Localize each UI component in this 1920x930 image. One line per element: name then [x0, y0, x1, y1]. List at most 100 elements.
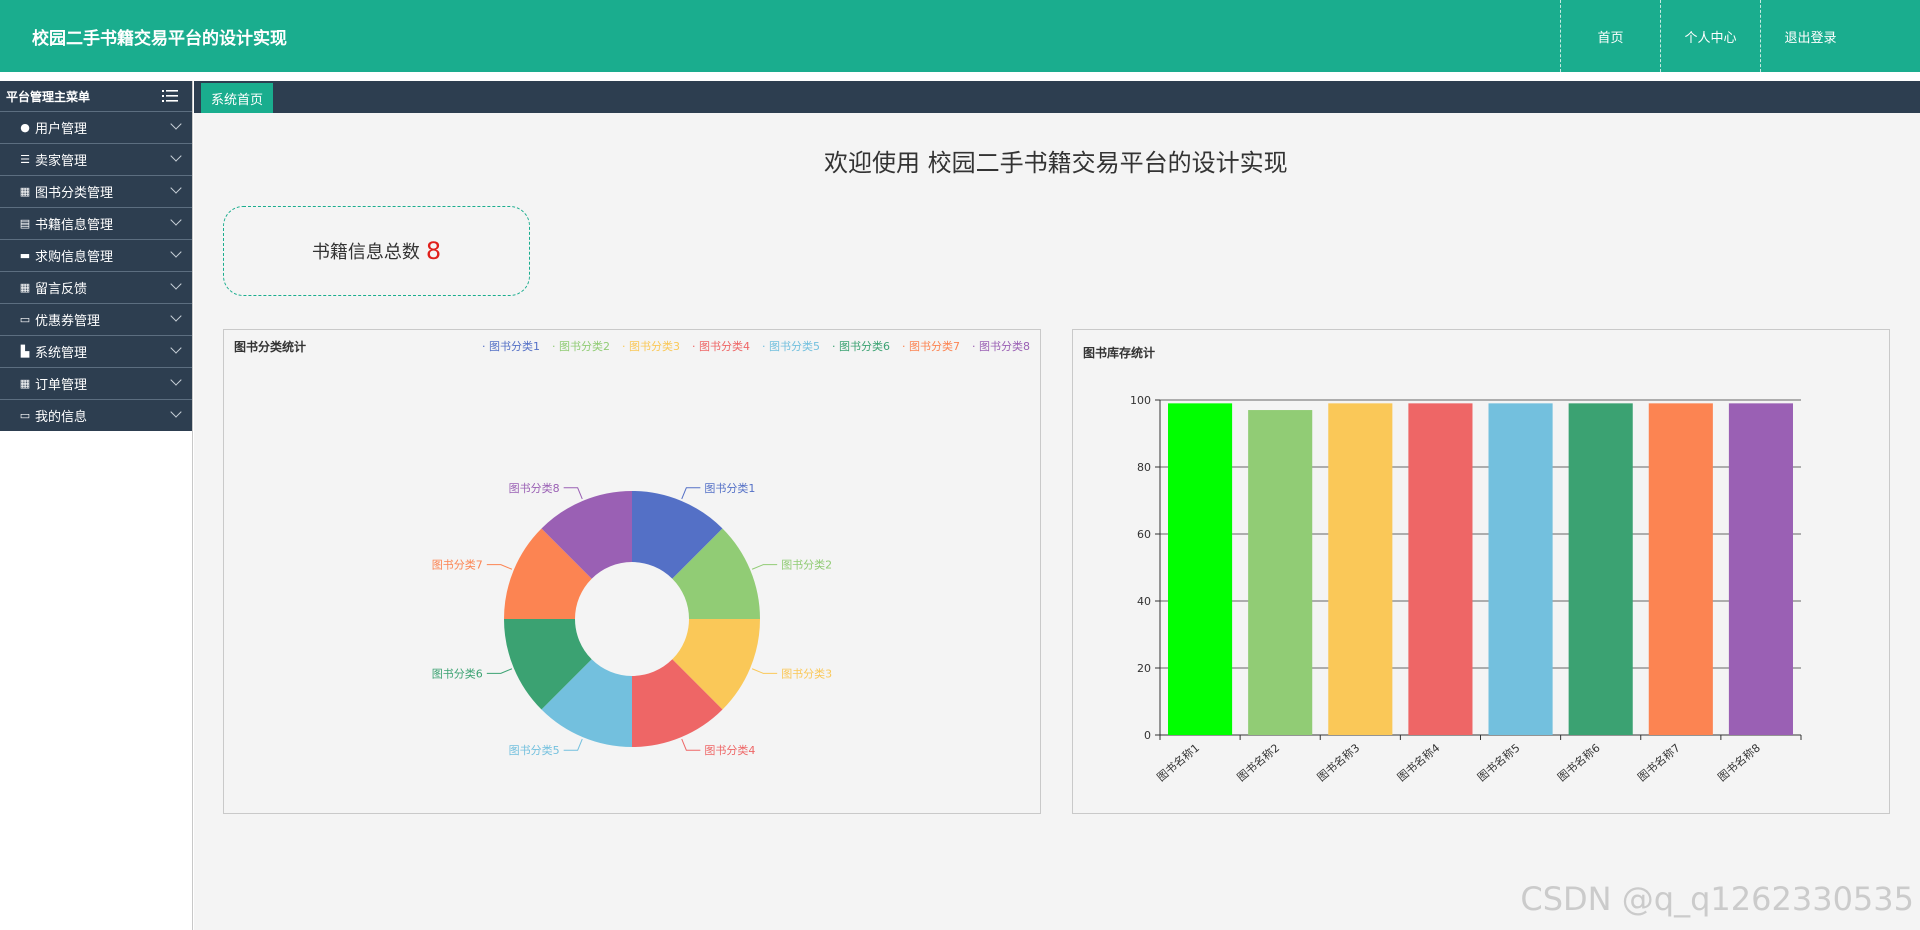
donut-slice-label: 图书分类2	[781, 558, 832, 572]
main-content: 系统首页 欢迎使用 校园二手书籍交易平台的设计实现 书籍信息总数 8 图书分类统…	[194, 81, 1920, 930]
bar-1[interactable]	[1168, 403, 1233, 735]
top-header: 校园二手书籍交易平台的设计实现 首页 个人中心 退出登录	[0, 0, 1920, 72]
y-tick-label: 0	[1144, 729, 1151, 742]
bar-4[interactable]	[1408, 403, 1473, 735]
y-tick-label: 80	[1137, 461, 1151, 474]
label-leader-line	[681, 487, 701, 500]
sidebar-item-3[interactable]: ▦ 图书分类管理	[0, 175, 192, 207]
watermark: CSDN @q_q1262330535	[1520, 880, 1914, 918]
donut-slice-label: 图书分类6	[432, 666, 483, 680]
label-leader-line	[563, 487, 583, 500]
book-total-card: 书籍信息总数 8	[223, 206, 530, 296]
x-tick-label: 图书名称2	[1234, 741, 1282, 785]
x-tick-label: 图书名称5	[1474, 741, 1522, 785]
chevron-down-icon	[170, 342, 182, 354]
sidebar-item-label: 优惠券管理	[35, 314, 101, 329]
bar-3[interactable]	[1328, 403, 1393, 735]
card-icon: ▭	[19, 409, 31, 422]
chevron-down-icon	[170, 310, 182, 322]
message-icon: ▬	[19, 249, 31, 262]
chevron-down-icon	[170, 150, 182, 162]
nav-profile[interactable]: 个人中心	[1660, 0, 1760, 72]
sidebar-item-6[interactable]: ▦ 留言反馈	[0, 271, 192, 303]
bar-6[interactable]	[1568, 403, 1633, 735]
stock-bar-chart: 0 20 40 60 80 100 图书名称1 图书名称2 图书名称3 图书名称4 图书名称5 图书名…	[1130, 394, 1802, 785]
chevron-down-icon	[170, 374, 182, 386]
sidebar-heading: 平台管理主菜单	[0, 81, 192, 111]
x-tick-label: 图书名称6	[1555, 741, 1603, 785]
category-donut-chart: 图书分类1 图书分类2 图书分类3 图书分类4 图书分类5 图书分类6 图书分类7 图书分类8	[432, 481, 832, 757]
table-icon: ▦	[19, 377, 31, 390]
label-leader-line	[751, 564, 778, 570]
sidebar-item-label: 用户管理	[35, 122, 88, 137]
donut-slice-label: 图书分类1	[704, 481, 755, 495]
donut-slice-label: 图书分类5	[509, 743, 560, 757]
chevron-down-icon	[170, 406, 182, 418]
chevron-down-icon	[170, 118, 182, 130]
sidebar-item-9[interactable]: ▦ 订单管理	[0, 367, 192, 399]
sidebar-item-label: 图书分类管理	[35, 186, 114, 201]
category-chart-panel: 图书分类统计 · 图书分类1 · 图书分类2 · 图书分类3 · 图书分类4 · 图书分…	[223, 329, 1041, 814]
sidebar-item-label: 留言反馈	[35, 282, 88, 297]
chevron-down-icon	[170, 214, 182, 226]
donut-slice-label: 图书分类4	[704, 743, 755, 757]
stock-chart-panel: 图书库存统计 0 20 40 60 80 100 图书名称1 图书名称2 图书名称3 图书名称4 图…	[1072, 329, 1890, 814]
sidebar-item-4[interactable]: ▤ 书籍信息管理	[0, 207, 192, 239]
sidebar-item-7[interactable]: ▭ 优惠券管理	[0, 303, 192, 335]
donut-slice-label: 图书分类3	[781, 666, 832, 680]
label-leader-line	[681, 738, 701, 751]
sidebar-item-label: 求购信息管理	[35, 250, 114, 265]
y-tick-label: 60	[1137, 528, 1151, 541]
tab-bar: 系统首页	[194, 81, 1920, 113]
tab-system-home[interactable]: 系统首页	[201, 83, 274, 113]
label-leader-line	[563, 738, 583, 751]
bar-2[interactable]	[1248, 410, 1313, 735]
x-tick-label: 图书名称8	[1715, 741, 1763, 785]
monitor-icon: ▭	[19, 313, 31, 326]
sidebar-item-label: 卖家管理	[35, 154, 88, 169]
top-nav: 首页 个人中心 退出登录	[1560, 0, 1860, 72]
sidebar-item-5[interactable]: ▬ 求购信息管理	[0, 239, 192, 271]
welcome-heading: 欢迎使用 校园二手书籍交易平台的设计实现	[824, 149, 1288, 177]
chart-icon: ▙	[20, 345, 30, 358]
app-title: 校园二手书籍交易平台的设计实现	[32, 29, 287, 49]
sidebar-item-10[interactable]: ▭ 我的信息	[0, 399, 192, 431]
chevron-down-icon	[170, 182, 182, 194]
chevron-down-icon	[170, 278, 182, 290]
y-tick-label: 100	[1130, 394, 1151, 407]
nav-logout[interactable]: 退出登录	[1760, 0, 1860, 72]
y-tick-label: 20	[1137, 662, 1151, 675]
sidebar-item-label: 书籍信息管理	[35, 218, 114, 233]
sidebar-item-label: 系统管理	[35, 346, 88, 361]
x-tick-label: 图书名称1	[1154, 741, 1202, 785]
x-tick-label: 图书名称7	[1635, 741, 1683, 785]
grid-icon: ▦	[19, 185, 31, 198]
sidebar-item-2[interactable]: ☰ 卖家管理	[0, 143, 192, 175]
sidebar-item-label: 订单管理	[35, 378, 88, 393]
bar-8[interactable]	[1728, 403, 1793, 735]
sidebar-item-8[interactable]: ▙ 系统管理	[0, 335, 192, 367]
sidebar-item-label: 我的信息	[35, 410, 88, 425]
book-total-label: 书籍信息总数	[311, 242, 420, 263]
label-leader-line	[751, 668, 778, 674]
donut-slice-label: 图书分类7	[432, 558, 483, 572]
grid-icon: ▦	[19, 281, 31, 294]
nav-home[interactable]: 首页	[1560, 0, 1660, 72]
donut-slice-label: 图书分类8	[509, 481, 560, 495]
bar-5[interactable]	[1488, 403, 1553, 735]
sidebar-heading-label: 平台管理主菜单	[6, 89, 91, 104]
label-leader-line	[486, 668, 513, 674]
book-total-value: 8	[425, 237, 442, 265]
chevron-down-icon	[170, 246, 182, 258]
bar-7[interactable]	[1648, 403, 1713, 735]
menu-list-icon[interactable]	[162, 90, 178, 102]
location-pin-icon: ●	[20, 121, 30, 134]
sidebar-item-1[interactable]: ● 用户管理	[0, 111, 192, 143]
sidebar: 平台管理主菜单 ● 用户管理 ☰ 卖家管理 ▦ 图书分类管理 ▤ 书籍信息管理 ▬ 求购信息管理 ▦…	[0, 81, 193, 930]
y-tick-label: 40	[1137, 595, 1151, 608]
x-tick-label: 图书名称3	[1314, 741, 1362, 785]
sliders-icon: ☰	[20, 153, 30, 166]
printer-icon: ▤	[19, 217, 31, 230]
label-leader-line	[486, 564, 513, 570]
x-tick-label: 图书名称4	[1394, 741, 1442, 785]
